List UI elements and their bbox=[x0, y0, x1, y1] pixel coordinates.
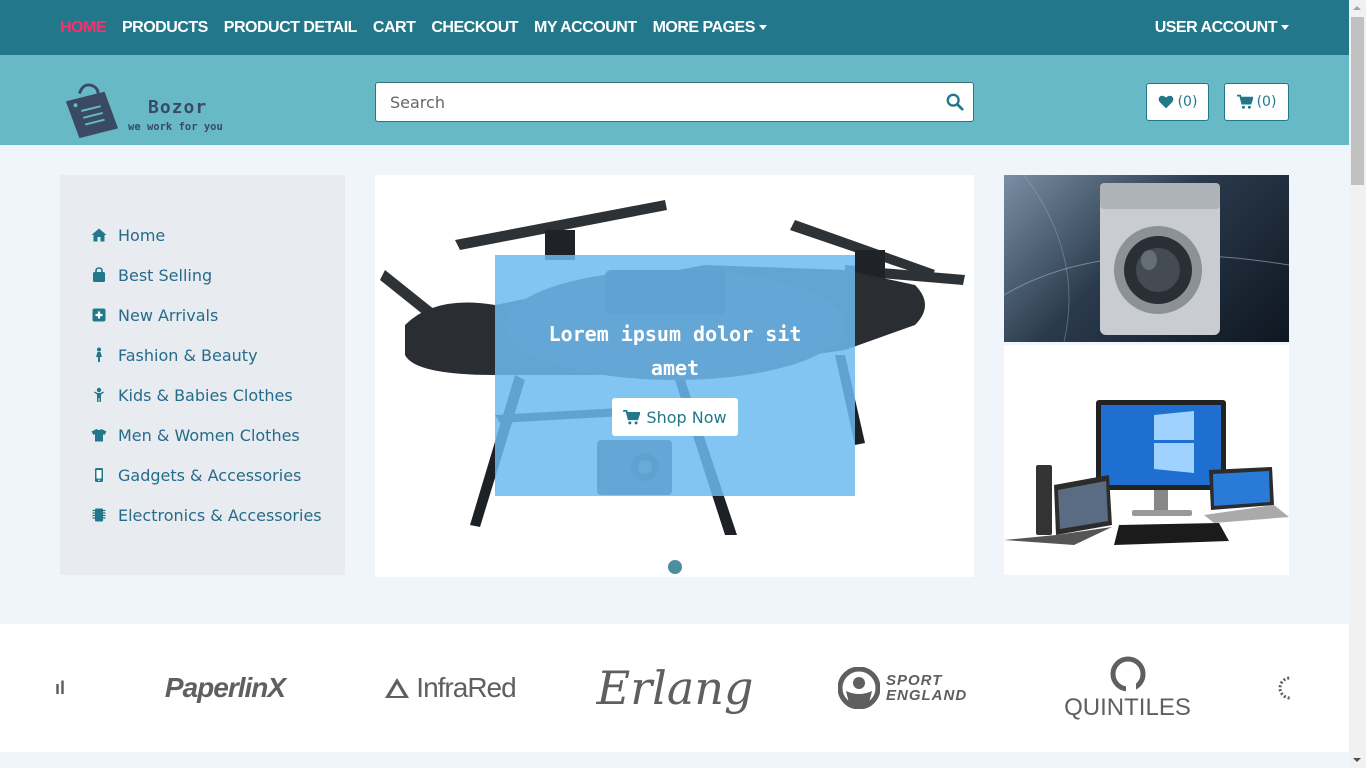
brand-logo-quintiles[interactable]: QUINTILES bbox=[1055, 624, 1200, 752]
user-account-dropdown[interactable]: USER ACCOUNT bbox=[1155, 0, 1289, 55]
nav-checkout[interactable]: CHECKOUT bbox=[431, 19, 518, 37]
brands-carousel: ıl PaperlinX InfraRed Erlang SPORT ENGLA… bbox=[0, 624, 1349, 752]
triangle-logo-icon bbox=[385, 678, 410, 698]
search-input[interactable] bbox=[376, 83, 936, 121]
quintiles-ring-icon bbox=[1110, 656, 1145, 692]
slide-caption-title: Lorem ipsum dolor sit amet bbox=[548, 322, 802, 380]
cart-icon bbox=[623, 409, 641, 424]
shop-now-button[interactable]: Shop Now bbox=[612, 398, 738, 436]
category-sidebar: Home Best Selling New Arrivals Fashion &… bbox=[60, 175, 345, 575]
microchip-icon bbox=[90, 506, 108, 524]
mobile-icon bbox=[90, 466, 108, 484]
sidebar-item-gadgets[interactable]: Gadgets & Accessories bbox=[90, 455, 322, 495]
top-navbar: HOME PRODUCTS PRODUCT DETAIL CART CHECKO… bbox=[0, 0, 1349, 55]
sidebar-item-new-arrivals[interactable]: New Arrivals bbox=[90, 295, 322, 335]
nav-products[interactable]: PRODUCTS bbox=[122, 19, 208, 37]
sidebar-item-label: Home bbox=[118, 225, 166, 245]
brand-logo-sport-england[interactable]: SPORT ENGLAND bbox=[830, 624, 980, 752]
cart-count: (0) bbox=[1256, 94, 1277, 110]
nav-product-detail[interactable]: PRODUCT DETAIL bbox=[224, 19, 358, 37]
brand-sport-england-text: SPORT ENGLAND bbox=[886, 672, 968, 704]
shop-now-label: Shop Now bbox=[646, 407, 727, 427]
child-icon bbox=[90, 386, 108, 404]
user-account-label: USER ACCOUNT bbox=[1154, 18, 1278, 36]
shopping-bag-icon bbox=[90, 266, 108, 284]
heart-icon bbox=[1158, 95, 1173, 109]
sport-england-emblem-icon bbox=[838, 667, 880, 709]
sidebar-item-label: Men & Women Clothes bbox=[118, 425, 300, 445]
brand-infrared-text: InfraRed bbox=[416, 672, 516, 703]
sidebar-item-men-women[interactable]: Men & Women Clothes bbox=[90, 415, 322, 455]
brand-logo-erlang[interactable]: Erlang bbox=[595, 624, 755, 752]
sidebar-item-label: Fashion & Beauty bbox=[118, 345, 258, 365]
home-icon bbox=[90, 226, 108, 244]
nav-more-pages[interactable]: MORE PAGES bbox=[653, 19, 767, 37]
page-scrollbar[interactable] bbox=[1349, 0, 1366, 768]
washing-machine-image bbox=[1004, 175, 1289, 342]
cart-icon bbox=[1236, 94, 1253, 109]
slider-indicator-dot[interactable] bbox=[668, 560, 682, 574]
main-menu: HOME PRODUCTS PRODUCT DETAIL CART CHECKO… bbox=[60, 0, 783, 55]
plus-square-icon bbox=[90, 306, 108, 324]
caret-down-icon bbox=[1281, 25, 1289, 30]
scrollbar-thumb[interactable] bbox=[1351, 17, 1364, 185]
slide-caption: Lorem ipsum dolor sit amet Shop Now bbox=[495, 255, 855, 496]
nav-home[interactable]: HOME bbox=[60, 19, 107, 37]
washing-machine-promo-image[interactable] bbox=[1004, 175, 1289, 342]
wishlist-count: (0) bbox=[1177, 94, 1198, 110]
wishlist-button[interactable]: (0) bbox=[1146, 83, 1209, 121]
computers-promo-image[interactable] bbox=[1004, 345, 1289, 575]
scroll-up-arrow-icon[interactable] bbox=[1353, 6, 1361, 10]
sidebar-item-label: Gadgets & Accessories bbox=[118, 465, 302, 485]
shopping-bag-logo-icon bbox=[65, 83, 119, 139]
sidebar-item-label: Electronics & Accessories bbox=[118, 505, 322, 525]
sidebar-item-label: Kids & Babies Clothes bbox=[118, 385, 293, 405]
hero-slider: Lorem ipsum dolor sit amet Shop Now bbox=[375, 175, 974, 577]
computers-image bbox=[1004, 400, 1289, 545]
sidebar-item-label: Best Selling bbox=[118, 265, 213, 285]
sidebar-item-best-selling[interactable]: Best Selling bbox=[90, 255, 322, 295]
brand-logo-infrared[interactable]: InfraRed bbox=[370, 624, 530, 752]
brand-logo-partial: ıl bbox=[55, 677, 66, 698]
caret-down-icon bbox=[758, 24, 767, 30]
logo-title: Bozor bbox=[148, 97, 208, 118]
sidebar-item-home[interactable]: Home bbox=[90, 215, 322, 255]
sidebar-item-kids-babies[interactable]: Kids & Babies Clothes bbox=[90, 375, 322, 415]
page-bottom-strip bbox=[0, 752, 1349, 768]
search-box bbox=[375, 82, 974, 122]
logo-subtitle: we work for you bbox=[128, 121, 223, 133]
sidebar-item-label: New Arrivals bbox=[118, 305, 219, 325]
brand-quintiles-text: QUINTILES bbox=[1064, 694, 1191, 721]
category-list: Home Best Selling New Arrivals Fashion &… bbox=[90, 215, 322, 535]
cart-button[interactable]: (0) bbox=[1224, 83, 1289, 121]
brand-logo-paperlinx[interactable]: PaperlinX bbox=[140, 624, 310, 752]
header-bar: Bozor we work for you (0) (0) bbox=[0, 55, 1349, 145]
brand-logo-partial-right bbox=[1278, 624, 1290, 752]
female-icon bbox=[90, 346, 108, 364]
flower-logo-icon bbox=[1278, 676, 1290, 700]
nav-more-pages-label: MORE PAGES bbox=[652, 18, 756, 36]
search-icon[interactable] bbox=[946, 93, 964, 111]
site-logo[interactable]: Bozor we work for you bbox=[62, 68, 242, 139]
sidebar-item-electronics[interactable]: Electronics & Accessories bbox=[90, 495, 322, 535]
nav-my-account[interactable]: MY ACCOUNT bbox=[534, 19, 637, 37]
scroll-down-arrow-icon[interactable] bbox=[1353, 758, 1361, 762]
nav-cart[interactable]: CART bbox=[373, 19, 416, 37]
sidebar-item-fashion-beauty[interactable]: Fashion & Beauty bbox=[90, 335, 322, 375]
tshirt-icon bbox=[90, 426, 108, 444]
